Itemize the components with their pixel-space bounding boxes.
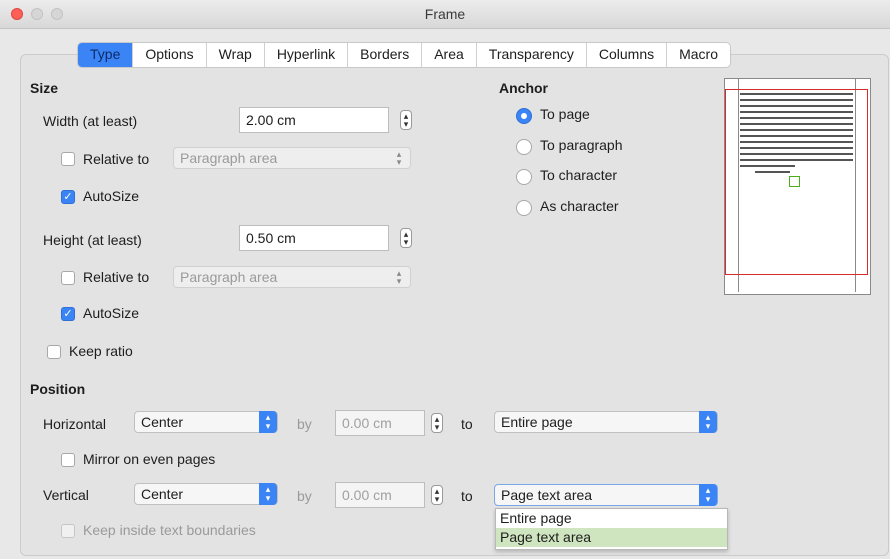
height-autosize-checkbox[interactable]: ✓ [61, 307, 75, 321]
title-bar: Frame [0, 0, 890, 29]
vertical-to-dropdown-list: Entire page Page text area [495, 508, 728, 550]
height-relative-value: Paragraph area [180, 269, 278, 285]
tab-hyperlink[interactable]: Hyperlink [265, 43, 349, 67]
width-relative-label: Relative to [83, 151, 150, 167]
keep-inside-checkbox[interactable] [61, 524, 75, 538]
keep-ratio-label: Keep ratio [69, 343, 133, 359]
anchor-to-paragraph-radio[interactable] [516, 139, 532, 155]
tab-area[interactable]: Area [422, 43, 477, 67]
horizontal-to-label: to [461, 416, 473, 432]
anchor-as-character-radio[interactable] [516, 200, 532, 216]
height-relative-select[interactable]: Paragraph area ▴ ▾ [173, 266, 411, 288]
text-line [740, 135, 853, 137]
vertical-by-field[interactable]: 0.00 cm [335, 482, 425, 508]
text-line [740, 129, 853, 131]
mirror-label: Mirror on even pages [83, 451, 216, 467]
vertical-to-label: to [461, 488, 473, 504]
chevron-updown-icon: ▴ ▾ [699, 411, 717, 433]
vertical-by-spinner[interactable]: ▴ ▾ [431, 485, 443, 505]
mirror-checkbox[interactable] [61, 453, 75, 467]
tab-bar: Type Options Wrap Hyperlink Borders Area… [77, 42, 732, 68]
text-line [740, 99, 853, 101]
frame-dialog: Frame Type Options Wrap Hyperlink Border… [0, 0, 890, 559]
size-heading: Size [30, 80, 59, 96]
tab-options[interactable]: Options [133, 43, 207, 67]
position-heading: Position [30, 381, 86, 397]
horizontal-by-field[interactable]: 0.00 cm [335, 410, 425, 436]
tab-wrap[interactable]: Wrap [207, 43, 265, 67]
text-line [740, 117, 853, 119]
text-line [740, 111, 853, 113]
text-line [740, 153, 853, 155]
width-relative-checkbox[interactable] [61, 152, 75, 166]
vertical-label: Vertical [43, 487, 89, 503]
text-line [740, 93, 853, 95]
chevron-updown-icon: ▴ ▾ [396, 268, 402, 286]
keep-ratio-checkbox[interactable] [47, 345, 61, 359]
height-field[interactable]: 0.50 cm [239, 225, 389, 251]
tab-type[interactable]: Type [78, 43, 134, 67]
width-relative-value: Paragraph area [180, 150, 278, 166]
chevron-updown-icon: ▴ ▾ [259, 483, 277, 505]
text-line [740, 159, 853, 161]
horizontal-label: Horizontal [43, 416, 107, 432]
tab-borders[interactable]: Borders [348, 43, 423, 67]
text-line [740, 123, 853, 125]
horizontal-by-label: by [297, 416, 312, 432]
anchor-heading: Anchor [499, 80, 548, 96]
width-field[interactable]: 2.00 cm [239, 107, 389, 133]
dropdown-option-entire-page[interactable]: Entire page [496, 509, 727, 528]
anchor-to-page-label: To page [540, 106, 590, 122]
keep-inside-label: Keep inside text boundaries [83, 522, 256, 538]
window-title: Frame [424, 6, 466, 22]
chevron-updown-icon: ▴ ▾ [699, 484, 717, 506]
horizontal-value: Center [141, 414, 184, 430]
height-relative-checkbox[interactable] [61, 271, 75, 285]
text-line [740, 165, 795, 167]
text-line [740, 105, 853, 107]
type-tab-panel: Size Width (at least) 2.00 cm ▴ ▾ Relativ… [20, 54, 889, 556]
width-autosize-checkbox[interactable]: ✓ [61, 190, 75, 204]
dropdown-option-page-text-area[interactable]: Page text area [496, 528, 727, 547]
vertical-by-label: by [297, 488, 312, 504]
horizontal-select[interactable]: Center ▴ ▾ [134, 411, 278, 433]
horizontal-to-select[interactable]: Entire page ▴ ▾ [494, 411, 718, 433]
horizontal-by-spinner[interactable]: ▴ ▾ [431, 413, 443, 433]
height-relative-label: Relative to [83, 269, 150, 285]
frame-position-marker [789, 176, 800, 187]
vertical-value: Center [141, 486, 184, 502]
text-line [755, 171, 790, 173]
tab-columns[interactable]: Columns [587, 43, 668, 67]
vertical-to-value: Page text area [501, 487, 593, 503]
anchor-to-character-radio[interactable] [516, 169, 532, 185]
anchor-to-paragraph-label: To paragraph [540, 137, 623, 153]
chevron-updown-icon: ▴ ▾ [259, 411, 277, 433]
tab-transparency[interactable]: Transparency [477, 43, 587, 67]
height-label: Height (at least) [43, 232, 142, 248]
vertical-to-select[interactable]: Page text area ▴ ▾ [494, 484, 718, 506]
text-line [740, 141, 853, 143]
width-spinner[interactable]: ▴ ▾ [400, 110, 412, 130]
position-preview [724, 78, 871, 295]
text-line [740, 147, 853, 149]
height-spinner[interactable]: ▴ ▾ [400, 228, 412, 248]
width-label: Width (at least) [43, 113, 138, 129]
tab-macro[interactable]: Macro [667, 43, 730, 67]
horizontal-to-value: Entire page [501, 414, 573, 430]
width-relative-select[interactable]: Paragraph area ▴ ▾ [173, 147, 411, 169]
anchor-as-character-label: As character [540, 198, 619, 214]
chevron-updown-icon: ▴ ▾ [396, 149, 402, 167]
anchor-to-character-label: To character [540, 167, 618, 183]
vertical-select[interactable]: Center ▴ ▾ [134, 483, 278, 505]
height-autosize-label: AutoSize [83, 305, 140, 321]
width-autosize-label: AutoSize [83, 188, 140, 204]
anchor-to-page-radio[interactable] [516, 108, 532, 124]
